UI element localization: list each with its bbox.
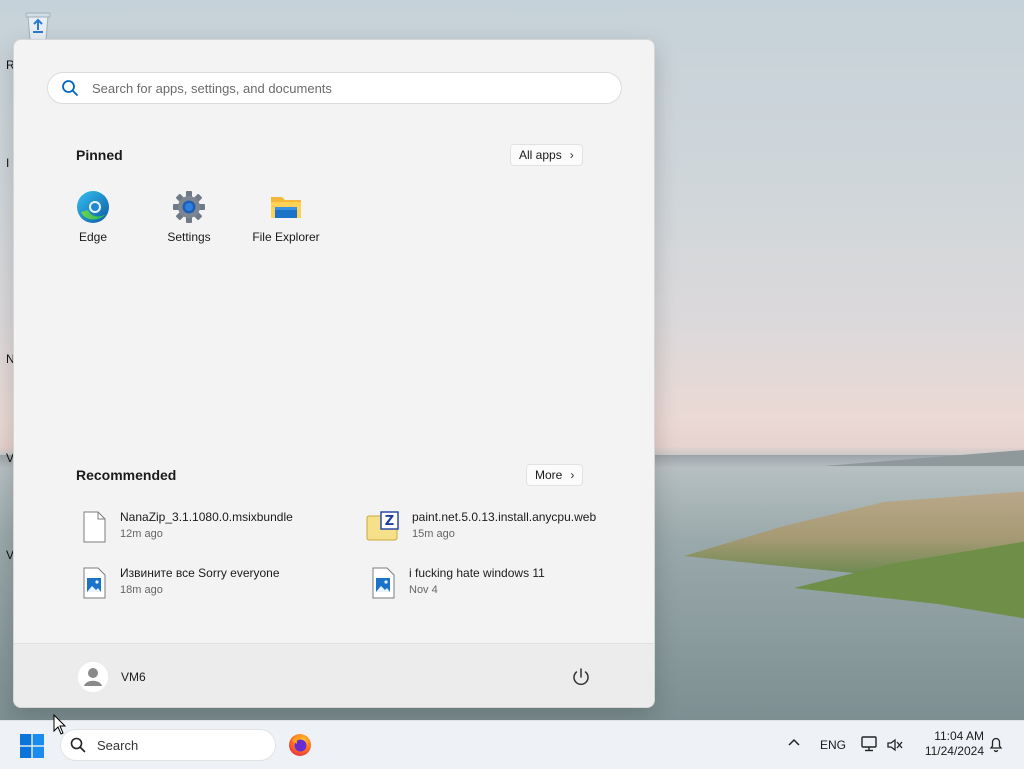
start-search-box[interactable]	[47, 72, 622, 104]
more-label: More	[535, 468, 563, 482]
start-search-input[interactable]	[90, 79, 594, 97]
taskbar-search-label: Search	[97, 737, 139, 753]
recommended-item-time: 18m ago	[120, 584, 163, 596]
clock[interactable]: 11:04 AM 11/24/2024	[914, 729, 984, 759]
folder-icon	[271, 197, 301, 218]
app-label: Settings	[167, 230, 211, 244]
user-avatar[interactable]	[78, 662, 108, 692]
taskbar: Search ENG 11:04 AM 11/24/2024	[0, 720, 1024, 769]
recommended-item-name: i fucking hate windows 11	[409, 566, 545, 580]
recommended-item-name: NanaZip_3.1.1080.0.msixbundle	[120, 510, 293, 524]
app-label: Edge	[78, 230, 108, 244]
zip-archive-icon: Z	[366, 511, 399, 541]
recommended-item-time: 15m ago	[412, 528, 455, 540]
chevron-right-icon: ›	[569, 148, 574, 162]
chevron-up-icon[interactable]	[786, 735, 802, 751]
notification-bell-icon[interactable]	[988, 735, 1004, 753]
windows-start-icon[interactable]	[20, 734, 44, 758]
pinned-app-settings[interactable]: Settings	[147, 190, 231, 244]
recommended-item-name: Извините все Sorry everyone	[120, 566, 280, 580]
volume-muted-icon[interactable]	[886, 737, 904, 753]
edge-icon	[77, 191, 109, 223]
recommended-item[interactable]: Извините все Sorry everyone 18m ago	[80, 566, 280, 600]
recommended-item-name: paint.net.5.0.13.install.anycpu.web	[412, 510, 597, 524]
search-icon	[62, 80, 78, 96]
pinned-app-file-explorer[interactable]: File Explorer	[244, 190, 328, 244]
language-indicator[interactable]: ENG	[820, 738, 846, 752]
settings-gear-icon	[173, 191, 205, 223]
user-name[interactable]: VM6	[121, 670, 146, 684]
clock-time: 11:04 AM	[934, 729, 984, 743]
pinned-title: Pinned	[76, 147, 123, 163]
recommended-item[interactable]: NanaZip_3.1.1080.0.msixbundle 12m ago	[80, 510, 293, 544]
recommended-item-time: Nov 4	[409, 584, 438, 596]
recommended-title: Recommended	[76, 467, 177, 483]
app-label: File Explorer	[252, 230, 320, 244]
taskbar-search[interactable]: Search	[60, 729, 276, 761]
firefox-icon[interactable]	[288, 733, 312, 757]
recommended-item[interactable]: Z paint.net.5.0.13.install.anycpu.web 15…	[366, 510, 596, 544]
network-icon[interactable]	[860, 735, 880, 753]
svg-text:Z: Z	[385, 514, 394, 529]
chevron-right-icon: ›	[570, 468, 575, 482]
image-file-icon	[83, 567, 106, 599]
power-icon[interactable]	[570, 666, 592, 688]
file-icon	[83, 511, 106, 543]
user-icon	[78, 662, 108, 692]
more-button[interactable]: More ›	[526, 464, 584, 486]
desktop-label-fragment: I	[6, 156, 10, 170]
pinned-app-edge[interactable]: Edge	[51, 190, 135, 244]
start-menu-footer: VM6	[14, 643, 654, 707]
all-apps-button[interactable]: All apps ›	[510, 144, 583, 166]
start-menu: Pinned All apps › Edge	[13, 39, 655, 708]
recommended-item-time: 12m ago	[120, 528, 163, 540]
all-apps-label: All apps	[519, 148, 562, 162]
search-icon	[70, 737, 86, 753]
image-file-icon	[372, 567, 395, 599]
clock-date: 11/24/2024	[924, 744, 984, 758]
mouse-cursor-icon	[53, 714, 67, 735]
recommended-item[interactable]: i fucking hate windows 11 Nov 4	[369, 566, 545, 600]
